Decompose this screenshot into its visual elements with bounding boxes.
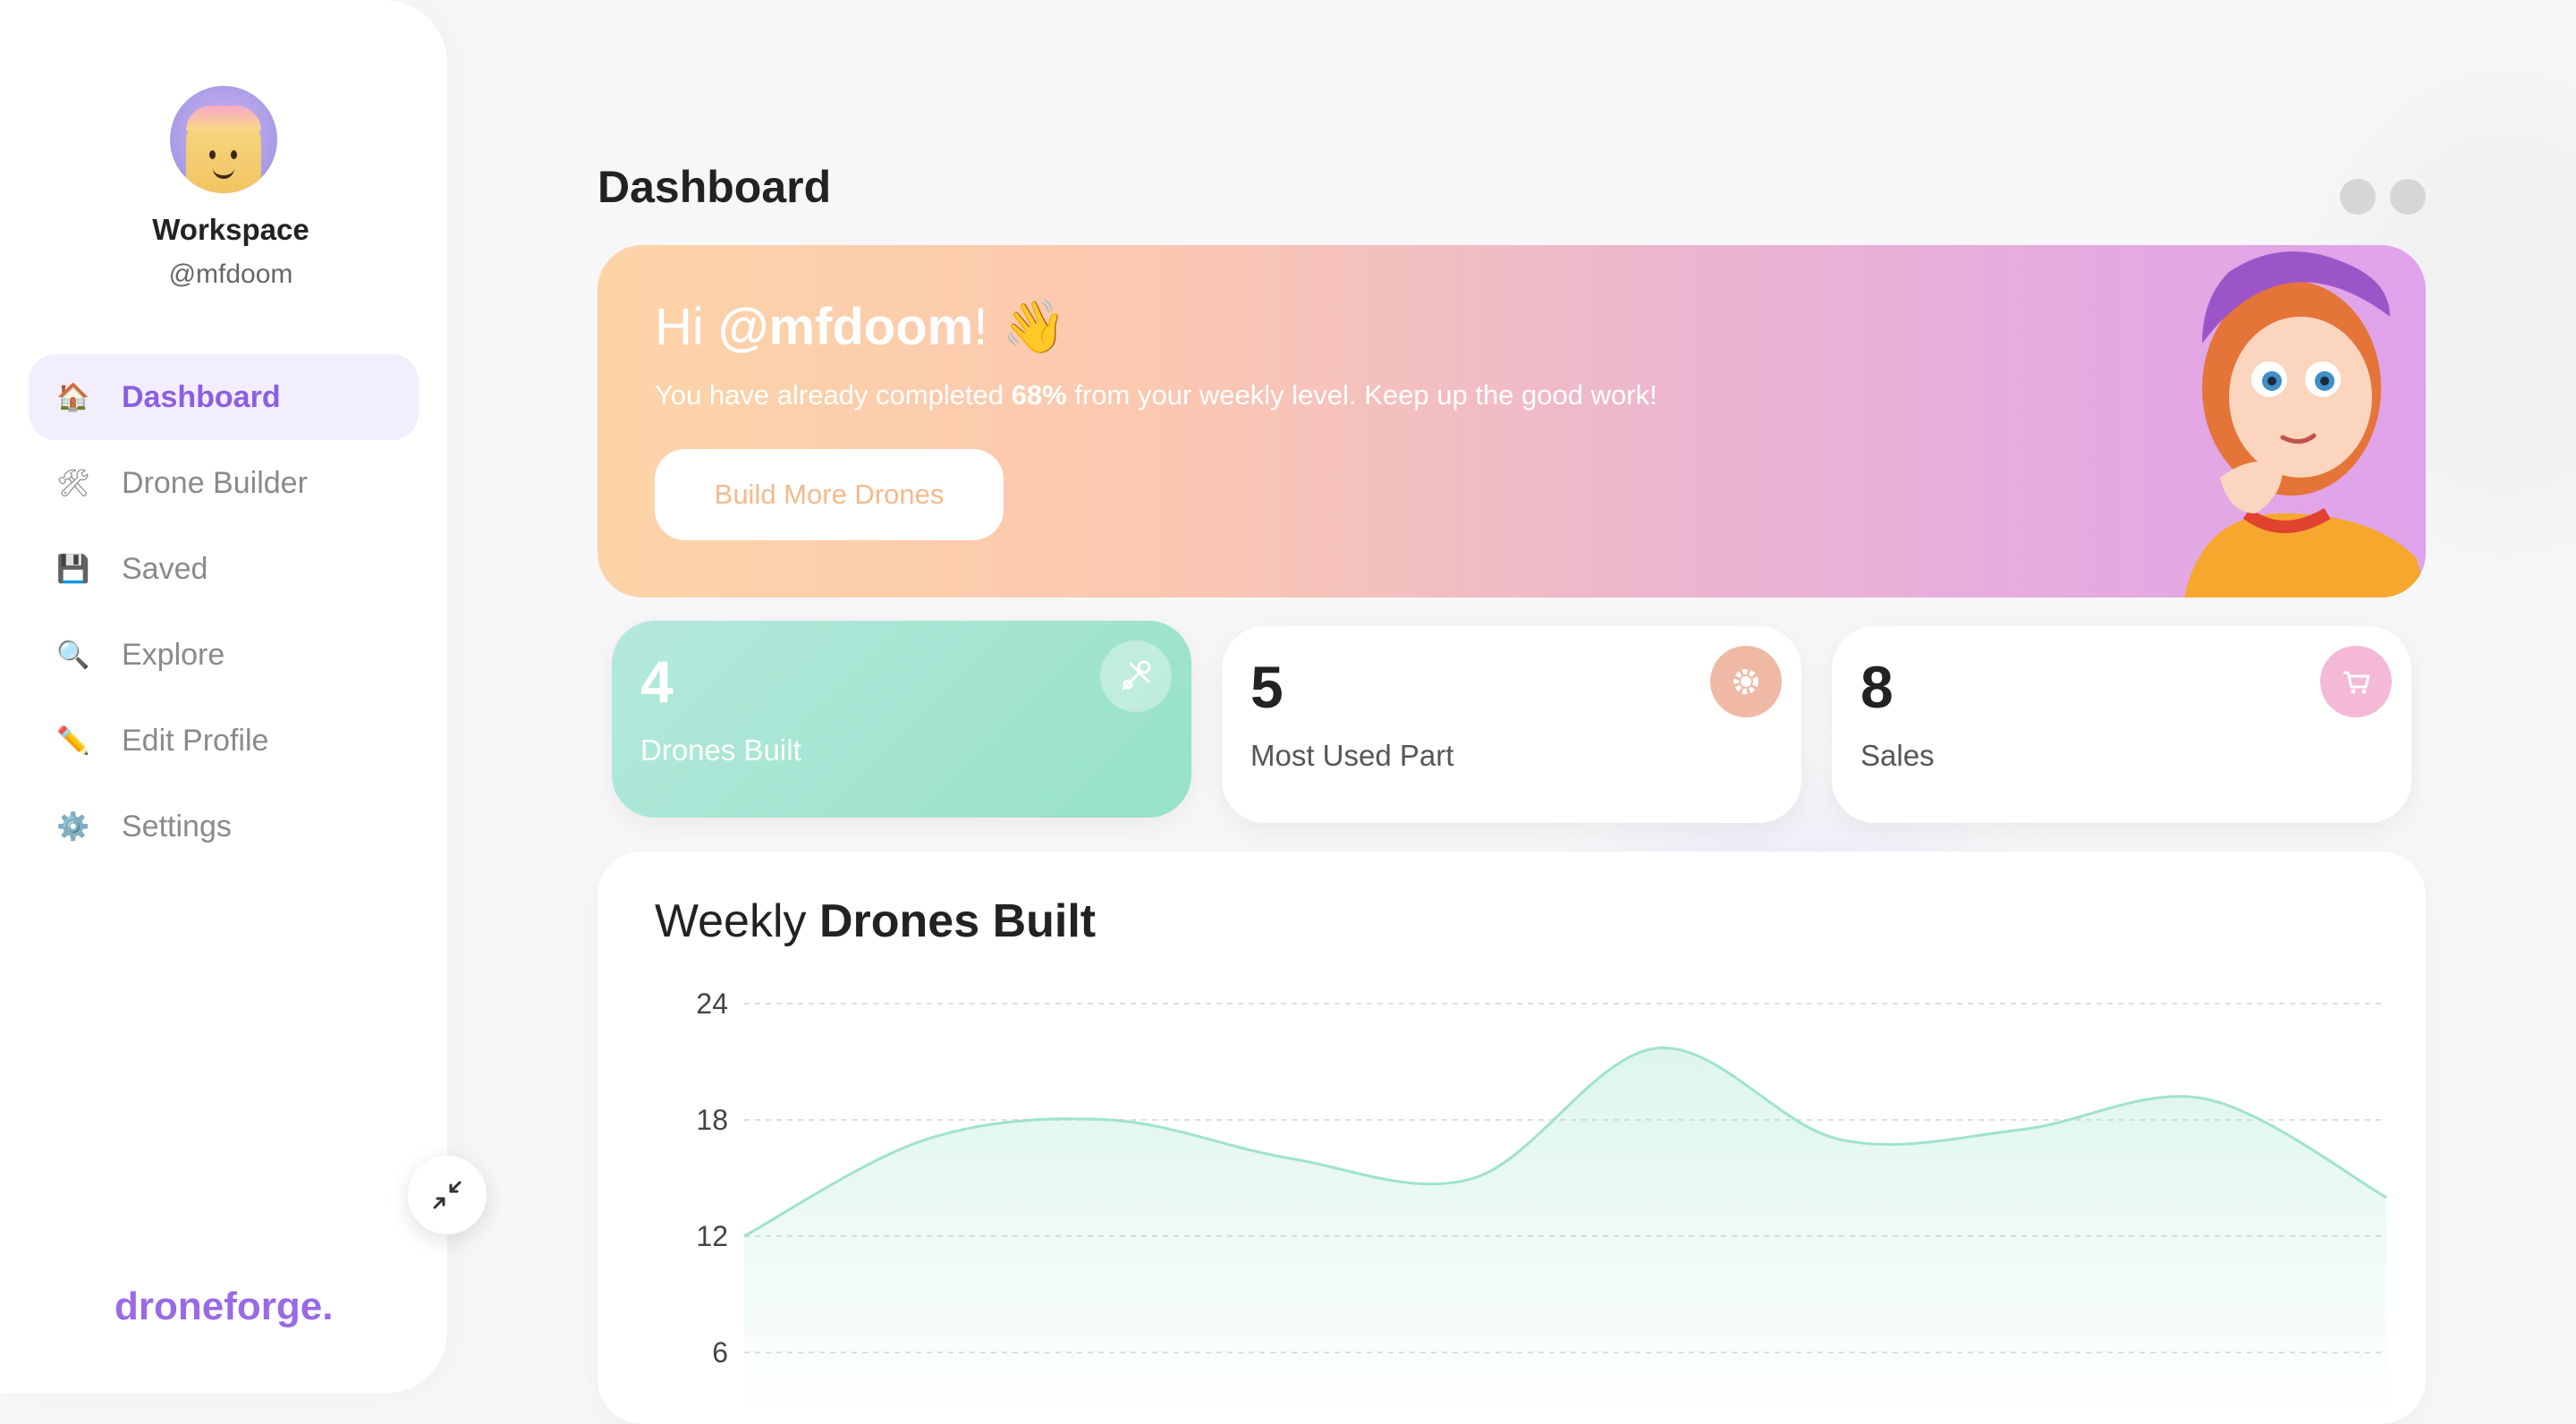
y-tick-label: 18: [696, 1104, 728, 1136]
stat-card-sales[interactable]: 8 Sales: [1832, 626, 2411, 823]
greeting: Hi @mfdoom! 👋: [655, 297, 1067, 358]
window-dot[interactable]: [2390, 179, 2426, 215]
brand-logo[interactable]: droneforge.: [114, 1284, 333, 1329]
greeting-username: @mfdoom: [718, 298, 973, 356]
sidebar-item-settings[interactable]: ⚙️ Settings: [29, 784, 419, 869]
search-icon: 🔍: [55, 640, 91, 671]
stat-card-most-used-part[interactable]: 5 Most Used Part: [1222, 626, 1801, 823]
sidebar-item-dashboard[interactable]: 🏠 Dashboard: [29, 354, 419, 440]
sidebar-item-label: Saved: [122, 552, 208, 587]
workspace-name: Workspace: [0, 213, 462, 247]
sidebar-item-label: Settings: [122, 809, 232, 844]
sidebar-item-drone-builder[interactable]: 🛠 Drone Builder: [29, 440, 419, 526]
cart-icon: [2320, 646, 2392, 717]
stat-value: 5: [1250, 653, 1284, 721]
y-tick-label: 12: [696, 1220, 728, 1252]
sidebar-item-saved[interactable]: 💾 Saved: [29, 526, 419, 612]
weekly-drones-chart: Weekly Drones Built 2418126: [597, 852, 2426, 1424]
pencil-icon: ✏️: [55, 725, 91, 757]
home-icon: 🏠: [55, 382, 91, 413]
collapse-sidebar-button[interactable]: [408, 1156, 487, 1234]
stat-label: Sales: [1860, 739, 1935, 773]
tools-icon: 🛠: [55, 468, 91, 499]
stat-label: Drones Built: [640, 733, 801, 767]
window-dot[interactable]: [2340, 179, 2376, 215]
gear-icon: ⚙️: [55, 811, 91, 843]
build-more-drones-button[interactable]: Build More Drones: [655, 449, 1004, 540]
area-chart: 24 18 12 6: [597, 852, 2426, 1424]
stat-card-drones-built[interactable]: 4 Drones Built: [612, 621, 1191, 818]
stat-label: Most Used Part: [1250, 739, 1453, 773]
gear-icon: [1710, 646, 1782, 717]
stat-value: 4: [640, 648, 674, 716]
progress-percent: 68%: [1012, 379, 1067, 411]
sidebar: Workspace @mfdoom 🏠 Dashboard 🛠 Drone Bu…: [0, 0, 447, 1394]
page-title: Dashboard: [597, 161, 831, 213]
sidebar-nav: 🏠 Dashboard 🛠 Drone Builder 💾 Saved 🔍 Ex…: [29, 354, 419, 869]
stat-value: 8: [1860, 653, 1894, 721]
floppy-disk-icon: 💾: [55, 554, 91, 585]
progress-message: You have already completed 68% from your…: [655, 379, 1657, 411]
workspace-handle: @mfdoom: [0, 259, 462, 290]
y-tick-label: 24: [696, 987, 728, 1020]
collapse-icon: [429, 1177, 465, 1213]
avatar[interactable]: [170, 86, 277, 193]
sidebar-item-label: Drone Builder: [122, 466, 308, 501]
sidebar-item-label: Dashboard: [122, 380, 281, 415]
tools-icon: [1100, 640, 1172, 712]
series-area: [744, 1047, 2386, 1424]
y-tick-label: 6: [712, 1336, 728, 1369]
welcome-banner: Hi @mfdoom! 👋 You have already completed…: [597, 245, 2426, 598]
sidebar-item-label: Edit Profile: [122, 724, 268, 759]
sidebar-item-label: Explore: [122, 638, 225, 673]
character-illustration: [2148, 245, 2426, 598]
sidebar-item-explore[interactable]: 🔍 Explore: [29, 612, 419, 698]
sidebar-item-edit-profile[interactable]: ✏️ Edit Profile: [29, 698, 419, 784]
